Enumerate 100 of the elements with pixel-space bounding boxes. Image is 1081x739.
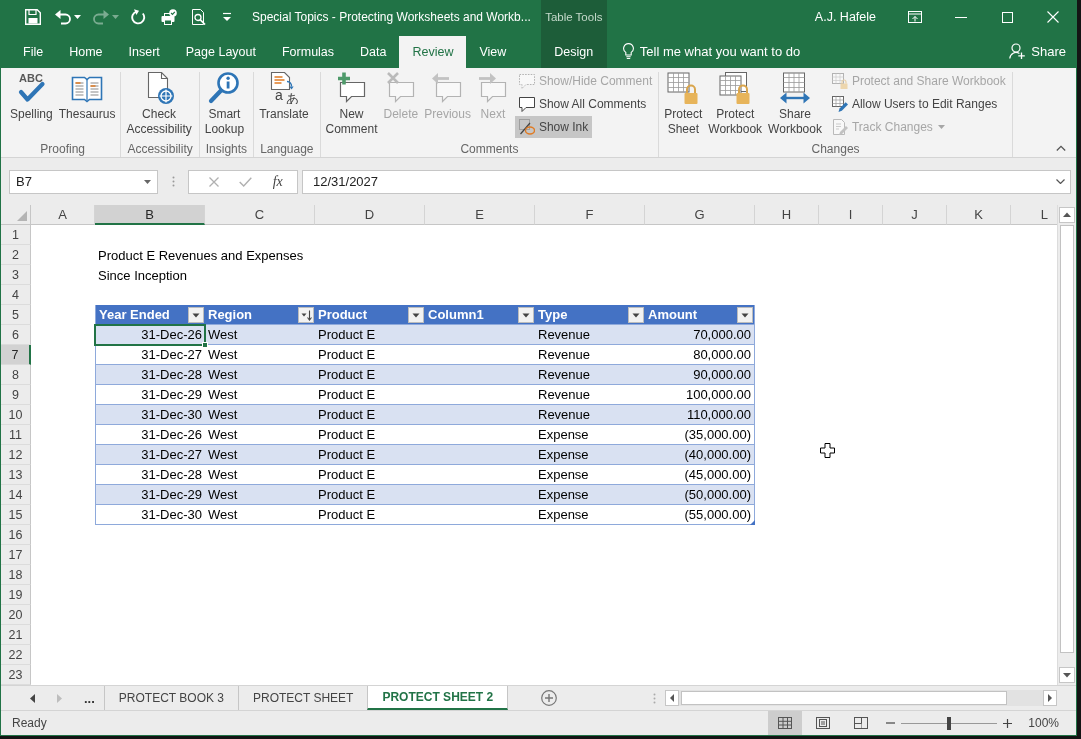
row-header[interactable]: 21 (1, 625, 31, 645)
column-header[interactable]: D (315, 205, 425, 225)
add-sheet-icon[interactable] (541, 690, 558, 706)
minus-icon[interactable] (886, 722, 896, 724)
ribbon-button[interactable]: Show All Comments (514, 93, 651, 115)
insert-function-button[interactable]: fx (272, 173, 283, 190)
column-header[interactable]: I (819, 205, 883, 225)
horizontal-scrollbar[interactable] (665, 690, 1057, 706)
column-header[interactable]: G (645, 205, 755, 225)
maximize-icon[interactable] (1001, 11, 1013, 23)
ribbon-tab[interactable]: Data (347, 36, 400, 68)
row-header[interactable]: 16 (1, 525, 31, 545)
row-header[interactable]: 3 (1, 265, 31, 285)
comment-icon (518, 96, 535, 112)
plus-icon[interactable] (1003, 718, 1013, 728)
row-header[interactable]: 17 (1, 545, 31, 565)
check-icon[interactable] (239, 176, 253, 187)
ribbon-tab[interactable]: Review (399, 36, 467, 68)
row-header[interactable]: 5 (1, 305, 31, 325)
row-header[interactable]: 13 (1, 465, 31, 485)
ribbon-tab[interactable]: View (466, 36, 520, 68)
ribbon-tab[interactable]: Page Layout (172, 36, 269, 68)
sheet-overflow-button[interactable]: ... (62, 686, 104, 710)
printer-check-icon[interactable] (161, 9, 177, 25)
document-magnifier-icon[interactable] (191, 9, 207, 25)
filter-dropdown-icon[interactable] (188, 306, 204, 323)
column-header[interactable]: K (947, 205, 1011, 225)
column-header[interactable]: J (883, 205, 947, 225)
ribbon-button[interactable]: Protect Sheet (661, 72, 706, 137)
ribbon-tab[interactable]: Design (544, 36, 604, 68)
name-box[interactable]: B7 (9, 169, 158, 194)
grip-dots-icon[interactable] (172, 176, 175, 187)
ribbon-button[interactable]: Allow Users to Edit Ranges (827, 93, 1002, 115)
collapse-caret-icon[interactable] (1056, 145, 1066, 151)
fill-handle[interactable] (202, 342, 208, 348)
row-header[interactable]: 10 (1, 405, 31, 425)
column-header[interactable]: E (425, 205, 535, 225)
row-header[interactable]: 11 (1, 425, 31, 445)
filter-dropdown-icon[interactable] (737, 306, 753, 323)
view-button[interactable] (768, 711, 803, 735)
tell-me-button[interactable]: Tell me what you want to do (622, 34, 801, 68)
row-header[interactable]: 2 (1, 245, 31, 265)
ribbon-button[interactable]: Check Accessibility (123, 72, 195, 137)
ribbon-button[interactable]: Thesaurus (55, 72, 119, 122)
row-header[interactable]: 8 (1, 365, 31, 385)
filter-dropdown-icon[interactable] (408, 306, 424, 323)
ribbon-button[interactable]: ABC Spelling (7, 72, 56, 122)
ribbon-display-icon[interactable] (908, 11, 922, 23)
table-cell: West (205, 365, 315, 385)
ribbon-button[interactable]: Show Ink (514, 116, 593, 138)
column-header[interactable]: A (31, 205, 95, 225)
row-header[interactable]: 22 (1, 645, 31, 665)
row-header[interactable]: 6 (1, 325, 31, 345)
row-header[interactable]: 23 (1, 665, 31, 685)
scroll-thumb[interactable] (681, 691, 1007, 705)
table-cell: 31-Dec-27 (95, 445, 205, 465)
caret-icon[interactable] (144, 179, 151, 184)
row-header[interactable]: 14 (1, 485, 31, 505)
sheet-tab[interactable]: PROTECT SHEET 2 (367, 686, 509, 710)
ribbon-tab[interactable]: Formulas (268, 36, 348, 68)
row-header[interactable]: 12 (1, 445, 31, 465)
filter-dropdown-icon[interactable] (628, 306, 644, 323)
circular-arrow-icon[interactable] (131, 9, 147, 25)
row-header[interactable]: 9 (1, 385, 31, 405)
row-header[interactable]: 19 (1, 585, 31, 605)
row-header[interactable]: 7 (1, 345, 31, 365)
ribbon-button[interactable]: a あ Translate (256, 72, 312, 122)
ribbon-button[interactable]: New Comment (322, 72, 381, 137)
formula-field[interactable]: 12/31/2027 (302, 169, 1071, 194)
share-button[interactable]: Share (1009, 34, 1066, 68)
ribbon-button[interactable]: Share Workbook (765, 72, 825, 137)
row-header[interactable]: 18 (1, 565, 31, 585)
table-cell: 100,000.00 (645, 385, 755, 405)
row-header[interactable]: 1 (1, 225, 31, 245)
ribbon-tab[interactable]: File (10, 36, 57, 68)
expand-caret-icon[interactable] (1056, 179, 1065, 184)
minimize-icon[interactable] (955, 16, 967, 18)
resize-handle-icon[interactable] (750, 520, 755, 525)
undo-icon[interactable] (55, 9, 71, 25)
table-cell: 80,000.00 (645, 345, 755, 365)
column-header[interactable]: F (535, 205, 645, 225)
column-header[interactable]: C (205, 205, 315, 225)
left-triangle-icon[interactable] (30, 693, 35, 703)
group-label: Insights (204, 141, 249, 157)
row-header[interactable]: 20 (1, 605, 31, 625)
ribbon-button[interactable]: Smart Lookup (201, 72, 248, 137)
caret-icon[interactable] (74, 15, 81, 19)
row-header[interactable]: 15 (1, 505, 31, 525)
column-header[interactable]: B (95, 205, 205, 225)
column-header[interactable]: L (1011, 205, 1057, 225)
column-header[interactable]: H (755, 205, 819, 225)
scroll-thumb[interactable] (1060, 225, 1074, 653)
slider-thumb[interactable] (947, 716, 952, 730)
ribbon-tab[interactable]: Insert (115, 36, 173, 68)
ribbon-button[interactable]: Protect Workbook (705, 72, 766, 137)
sort-filter-icon[interactable] (298, 306, 314, 323)
ribbon-tab[interactable]: Home (56, 36, 116, 68)
filter-dropdown-icon[interactable] (518, 306, 534, 323)
row-header[interactable]: 4 (1, 285, 31, 305)
close-icon[interactable] (1047, 11, 1059, 23)
